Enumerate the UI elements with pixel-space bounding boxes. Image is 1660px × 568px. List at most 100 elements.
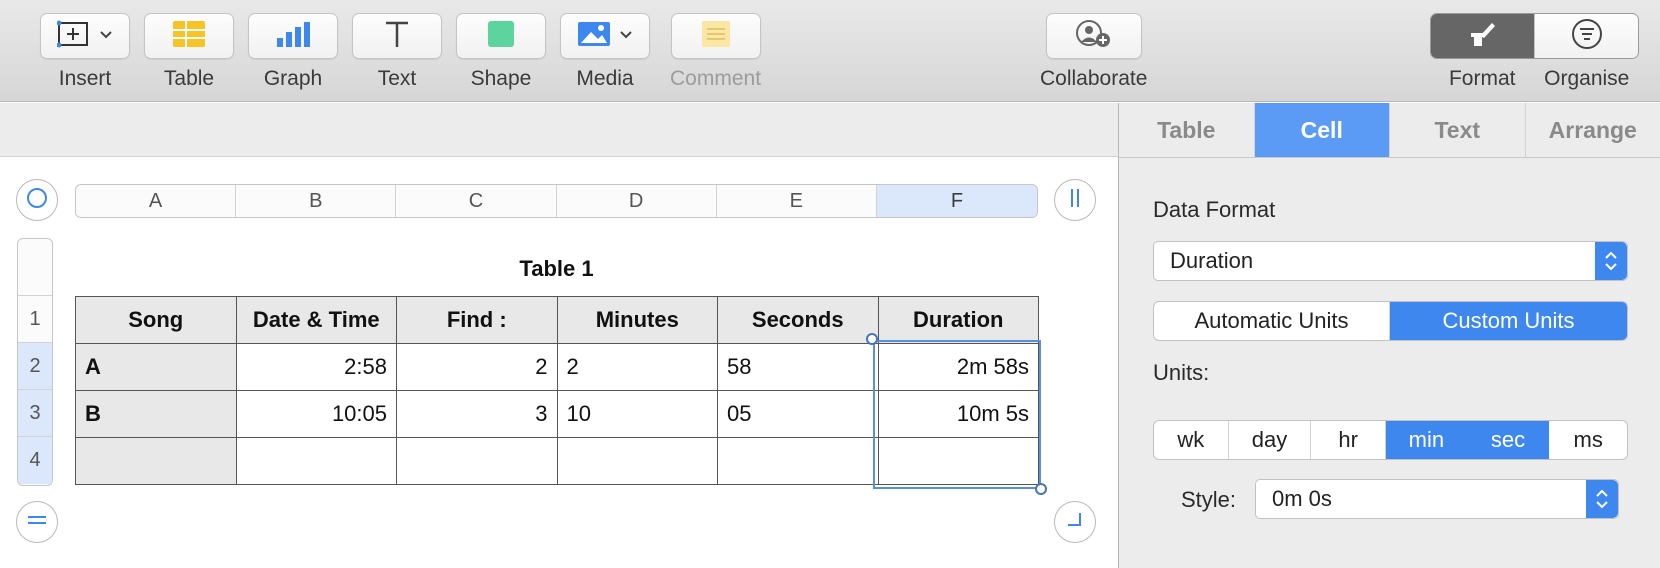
collaborate-tool[interactable]: Collaborate: [1040, 13, 1147, 91]
table-cell[interactable]: 05: [717, 390, 879, 438]
media-tool[interactable]: Media: [560, 13, 650, 91]
select-table-button[interactable]: [16, 179, 58, 221]
collaborate-person-icon: [1074, 19, 1114, 54]
text-label: Text: [377, 67, 417, 90]
insert-tool[interactable]: Insert: [40, 13, 130, 91]
unit-sec-button[interactable]: sec: [1467, 421, 1550, 459]
data-table: Song Date & Time Find : Minutes Seconds …: [75, 296, 1039, 485]
text-tool[interactable]: Text: [352, 13, 442, 91]
shape-tool[interactable]: Shape: [456, 13, 546, 91]
table-cell[interactable]: 2: [556, 343, 718, 391]
unit-ms-button[interactable]: ms: [1549, 421, 1627, 459]
table-button[interactable]: [144, 13, 234, 59]
header-cell[interactable]: Date & Time: [235, 296, 397, 344]
chevron-down-icon: [619, 27, 633, 45]
duration-cell[interactable]: 10m 5s: [877, 390, 1039, 438]
unit-min-button[interactable]: min: [1386, 421, 1468, 459]
automatic-units-button[interactable]: Automatic Units: [1154, 302, 1390, 340]
unit-wk-button[interactable]: wk: [1154, 421, 1229, 459]
style-select[interactable]: 0m 0s: [1255, 479, 1619, 519]
table-cell[interactable]: [235, 437, 397, 485]
header-cell[interactable]: Seconds: [717, 296, 879, 344]
table-label: Table: [163, 67, 215, 90]
comment-button[interactable]: [670, 13, 761, 59]
data-format-select[interactable]: Duration: [1153, 241, 1628, 281]
style-label: Style:: [1181, 487, 1237, 512]
tab-cell[interactable]: Cell: [1254, 103, 1390, 157]
data-format-label: Data Format: [1153, 197, 1276, 222]
table-tool[interactable]: Table: [144, 13, 234, 91]
table-cell[interactable]: 3: [396, 390, 558, 438]
format-inspector: Table Cell Text Arrange Data Format Dura…: [1118, 103, 1660, 568]
unit-day-button[interactable]: day: [1229, 421, 1312, 459]
table-cell[interactable]: [396, 437, 558, 485]
table-cell[interactable]: 2:58: [235, 343, 397, 391]
column-header-a[interactable]: A: [76, 185, 237, 217]
custom-units-button[interactable]: Custom Units: [1390, 302, 1627, 340]
table-title[interactable]: Table 1: [75, 256, 1038, 282]
format-button[interactable]: [1431, 14, 1534, 58]
table-cell[interactable]: 10: [556, 390, 718, 438]
insert-button[interactable]: [40, 13, 130, 59]
add-column-handle[interactable]: [1054, 179, 1096, 221]
table-row: A 2:58 2 2 58 2m 58s: [75, 343, 1039, 391]
column-header-c[interactable]: C: [396, 185, 557, 217]
organise-button[interactable]: [1534, 14, 1638, 58]
header-cell[interactable]: Duration: [877, 296, 1039, 344]
text-button[interactable]: [352, 13, 442, 59]
graph-button[interactable]: [248, 13, 338, 59]
collaborate-button[interactable]: [1045, 13, 1142, 59]
media-button[interactable]: [560, 13, 650, 59]
tab-table[interactable]: Table: [1119, 103, 1255, 157]
row-header-1[interactable]: 1: [18, 296, 52, 343]
format-organise-labels: Format Organise: [1430, 67, 1639, 91]
row-header-3[interactable]: 3: [18, 390, 52, 437]
format-organise-toggle: [1430, 13, 1639, 59]
header-cell[interactable]: Minutes: [556, 296, 718, 344]
corner-resize-icon: [1065, 510, 1085, 535]
graph-label: Graph: [263, 67, 323, 90]
row-label-cell[interactable]: A: [75, 343, 237, 391]
column-resize-icon: [1067, 187, 1083, 214]
selection-handle-top[interactable]: [866, 333, 878, 345]
shape-square-icon: [486, 19, 516, 54]
table-row: [75, 437, 1039, 485]
unit-hr-button[interactable]: hr: [1311, 421, 1387, 459]
table-row: B 10:05 3 10 05 10m 5s: [75, 390, 1039, 438]
image-icon: [577, 20, 611, 53]
tab-arrange[interactable]: Arrange: [1526, 103, 1660, 157]
duration-cell[interactable]: 2m 58s: [877, 343, 1039, 391]
comment-tool[interactable]: Comment: [670, 13, 761, 91]
units-label: Units:: [1153, 360, 1210, 385]
selection-handle-bottom[interactable]: [1035, 483, 1047, 495]
comment-note-icon: [701, 20, 731, 53]
table-cell[interactable]: [717, 437, 879, 485]
column-header-e[interactable]: E: [717, 185, 877, 217]
shape-label: Shape: [470, 67, 532, 90]
header-cell[interactable]: Find :: [396, 296, 558, 344]
collaborate-label: Collaborate: [1040, 67, 1148, 90]
column-header-f[interactable]: F: [876, 185, 1037, 217]
header-cell[interactable]: Song: [75, 296, 237, 344]
table-cell[interactable]: 58: [717, 343, 879, 391]
row-label-cell[interactable]: B: [75, 390, 237, 438]
table-cell[interactable]: 10:05: [235, 390, 397, 438]
row-label-cell[interactable]: [75, 437, 237, 485]
row-resize-icon: [26, 512, 48, 533]
row-header-2[interactable]: 2: [18, 343, 52, 390]
column-header-b[interactable]: B: [236, 185, 397, 217]
add-row-handle[interactable]: [16, 501, 58, 543]
table-cell[interactable]: 2: [396, 343, 558, 391]
table-header-row: Song Date & Time Find : Minutes Seconds …: [75, 296, 1039, 344]
stepper-arrows-icon: [1595, 242, 1627, 280]
column-header-d[interactable]: D: [557, 185, 717, 217]
shape-button[interactable]: [456, 13, 546, 59]
filter-lines-icon: [1570, 17, 1604, 56]
table-cell[interactable]: [556, 437, 718, 485]
row-header-4[interactable]: 4: [18, 437, 52, 484]
resize-table-handle[interactable]: [1054, 501, 1096, 543]
format-label: Format: [1448, 67, 1516, 90]
duration-cell[interactable]: [877, 437, 1039, 485]
graph-tool[interactable]: Graph: [248, 13, 338, 91]
tab-text[interactable]: Text: [1390, 103, 1526, 157]
